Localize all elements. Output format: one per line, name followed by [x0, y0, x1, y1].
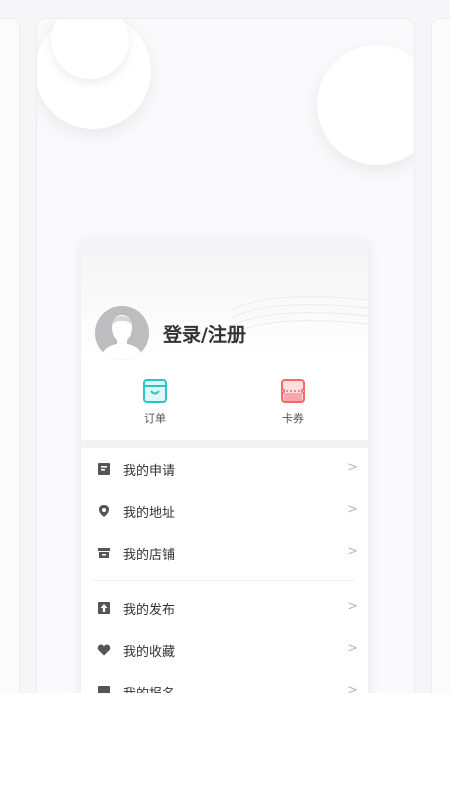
- avatar[interactable]: [95, 306, 149, 360]
- coupons-shortcut[interactable]: 卡券: [263, 378, 323, 426]
- menu-item-addresses[interactable]: 我的地址 >: [81, 490, 368, 532]
- profile-panel: 登录/注册 订单 卡券 我的申请 > 我的地址 > 我的店铺 > 我的发布 > …: [81, 240, 368, 693]
- signup-icon: [98, 686, 110, 693]
- app-preview-stage: 登录/注册 订单 卡券 我的申请 > 我的地址 > 我的店铺 > 我的发布 > …: [0, 0, 450, 693]
- next-preview-card[interactable]: [431, 18, 450, 693]
- divider: [91, 580, 355, 581]
- menu-label: 我的申请: [123, 464, 176, 479]
- chevron-right-icon: >: [347, 641, 358, 656]
- document-icon: [98, 463, 110, 475]
- decorative-circle: [37, 19, 151, 129]
- chevron-right-icon: >: [347, 502, 358, 517]
- user-silhouette-icon: [95, 306, 149, 360]
- menu-label: 我的收藏: [123, 645, 176, 660]
- store-icon: [98, 548, 110, 558]
- menu-label: 我的报名: [123, 683, 175, 693]
- blank-footer: [0, 693, 450, 800]
- heart-icon: [97, 644, 111, 656]
- chevron-right-icon: >: [347, 460, 358, 475]
- bag-icon: [143, 379, 167, 403]
- menu-item-signups[interactable]: 我的报名 >: [81, 671, 368, 693]
- menu-item-posts[interactable]: 我的发布 >: [81, 587, 368, 629]
- menu-item-applications[interactable]: 我的申请 >: [81, 448, 368, 490]
- orders-label: 订单: [144, 412, 166, 425]
- location-pin-icon: [99, 505, 109, 517]
- menu-label: 我的店铺: [123, 548, 176, 563]
- divider: [81, 440, 368, 448]
- menu-label: 我的地址: [123, 506, 176, 521]
- coupon-icon: [281, 379, 305, 403]
- chevron-right-icon: >: [347, 599, 358, 614]
- orders-shortcut[interactable]: 订单: [125, 378, 185, 426]
- menu-item-store[interactable]: 我的店铺 >: [81, 532, 368, 574]
- menu-item-favorites[interactable]: 我的收藏 >: [81, 629, 368, 671]
- profile-header: 登录/注册 订单 卡券: [81, 240, 368, 440]
- upload-icon: [98, 602, 110, 614]
- decorative-circle-inner: [51, 19, 129, 79]
- menu-label: 我的发布: [123, 603, 176, 618]
- chevron-right-icon: >: [347, 683, 358, 693]
- wave-pattern: [231, 296, 368, 335]
- chevron-right-icon: >: [347, 544, 358, 559]
- previous-preview-card[interactable]: [0, 18, 20, 693]
- decorative-circle: [317, 45, 414, 165]
- coupons-label: 卡券: [282, 412, 304, 425]
- login-register-link[interactable]: 登录/注册: [163, 320, 246, 347]
